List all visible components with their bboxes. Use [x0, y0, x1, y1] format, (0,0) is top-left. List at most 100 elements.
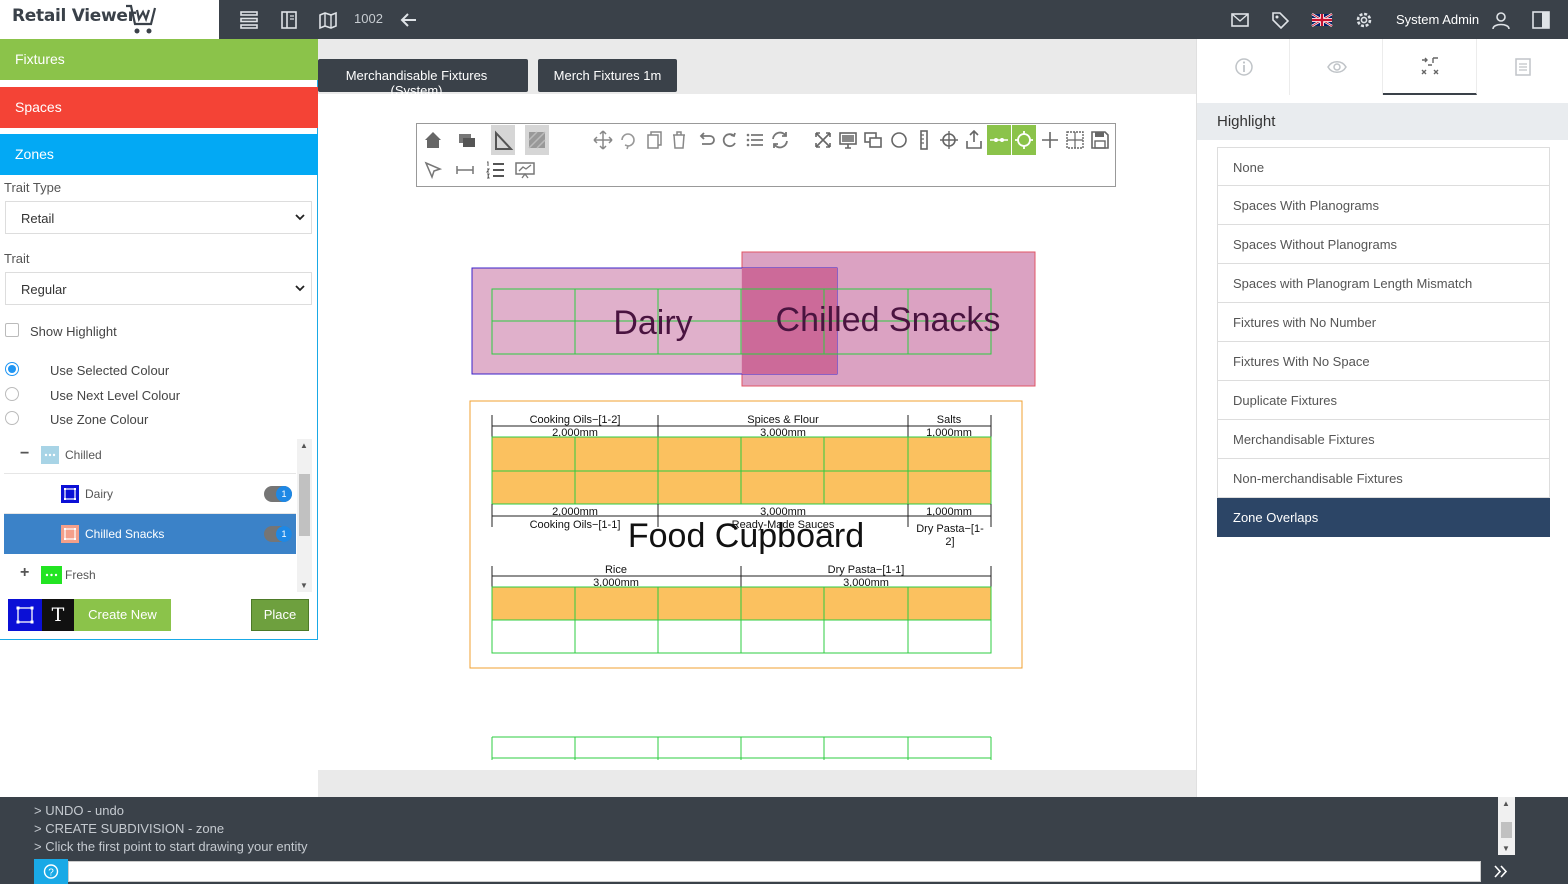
radio-use-next-level-colour[interactable] [5, 387, 19, 401]
trait-value: Regular [21, 282, 67, 297]
tree-item-fresh[interactable]: + Fresh [4, 554, 296, 592]
tree-item-chilled[interactable]: − Chilled [4, 439, 296, 474]
delete-icon[interactable] [667, 127, 691, 153]
tree-scrollbar[interactable]: ▲ ▼ [297, 439, 312, 592]
plus-icon[interactable] [1038, 127, 1062, 153]
tab-info[interactable] [1197, 39, 1290, 95]
gear-icon[interactable] [1353, 9, 1375, 31]
set-square-icon[interactable] [491, 125, 515, 155]
snap-line-icon[interactable] [987, 125, 1011, 155]
section-spaces[interactable]: Spaces [0, 87, 318, 128]
radio-use-zone-colour[interactable] [5, 411, 19, 425]
scroll-up-icon[interactable]: ▲ [1502, 799, 1510, 808]
scrollbar-thumb[interactable] [299, 474, 310, 536]
top-bar: Retail Viewer 1002 System Admin [0, 0, 1568, 39]
save-icon[interactable] [1088, 127, 1112, 153]
copy-icon[interactable] [642, 127, 666, 153]
highlight-option-fixtures-no-space[interactable]: Fixtures With No Space [1217, 342, 1550, 381]
tree-item-label: Chilled Snacks [85, 527, 165, 541]
text-tool-button[interactable]: T [42, 599, 74, 631]
visibility-toggle[interactable]: 1 [264, 526, 292, 542]
eye-icon [1327, 57, 1347, 77]
show-highlight-label: Show Highlight [30, 324, 117, 339]
scroll-down-icon[interactable]: ▼ [1502, 844, 1510, 853]
grid-icon[interactable] [1063, 127, 1087, 153]
book-icon[interactable] [278, 9, 300, 31]
zone-shape-icon [61, 485, 79, 503]
highlight-option-merchandisable-fixtures[interactable]: Merchandisable Fixtures [1217, 420, 1550, 459]
mail-icon[interactable] [1229, 9, 1251, 31]
section-zones[interactable]: Zones [0, 134, 318, 175]
section-fixtures[interactable]: Fixtures [0, 39, 318, 80]
rotate-icon[interactable] [616, 127, 640, 153]
highlight-options-list: None Spaces With Planograms Spaces Witho… [1217, 147, 1550, 537]
list-icon[interactable] [743, 127, 767, 153]
snap-point-icon[interactable] [1012, 125, 1036, 155]
hatch-fill-icon[interactable] [525, 125, 549, 155]
zone-color-swatch [41, 566, 62, 584]
place-button[interactable]: Place [251, 599, 309, 631]
fixture-block[interactable] [491, 586, 992, 654]
console-scrollbar[interactable]: ▲ ▼ [1498, 797, 1515, 855]
collapse-toggle[interactable]: − [20, 445, 29, 463]
command-input[interactable] [68, 861, 1481, 882]
layers-stack-icon[interactable] [455, 127, 479, 153]
home-icon[interactable] [421, 127, 445, 153]
trait-type-select[interactable]: Retail [5, 201, 312, 234]
scroll-up-icon[interactable]: ▲ [300, 441, 308, 450]
highlight-option-fixtures-no-number[interactable]: Fixtures with No Number [1217, 303, 1550, 342]
highlight-option-spaces-without-planograms[interactable]: Spaces Without Planograms [1217, 225, 1550, 264]
expand-icon[interactable] [811, 127, 835, 153]
undo-icon[interactable] [693, 127, 717, 153]
windows-icon[interactable] [861, 127, 885, 153]
user-name[interactable]: System Admin [1396, 12, 1479, 27]
tab-visibility[interactable] [1290, 39, 1383, 95]
pointer-select-icon[interactable] [421, 157, 445, 183]
tab-zone-tools[interactable] [1383, 39, 1477, 95]
highlight-option-duplicate-fixtures[interactable]: Duplicate Fixtures [1217, 381, 1550, 420]
layers-icon[interactable] [238, 9, 260, 31]
redo-icon[interactable] [718, 127, 742, 153]
numbered-list-icon[interactable] [483, 157, 507, 183]
refresh-icon[interactable] [768, 127, 792, 153]
move-icon[interactable] [591, 127, 615, 153]
visibility-toggle[interactable]: 1 [264, 486, 292, 502]
help-icon: ? [48, 868, 54, 879]
trait-select[interactable]: Regular [5, 272, 312, 305]
panel-toggle-icon[interactable] [1530, 9, 1552, 31]
info-icon [1234, 57, 1254, 77]
scrollbar-thumb[interactable] [1501, 822, 1512, 838]
fixture-block[interactable] [491, 436, 992, 505]
circle-icon[interactable] [887, 127, 911, 153]
drawing-canvas-area[interactable]: Merchandisable Fixtures (System) Merch F… [318, 39, 1196, 797]
run-command-button[interactable] [1486, 859, 1516, 884]
highlight-option-zone-overlaps[interactable]: Zone Overlaps [1217, 498, 1550, 537]
highlight-option-spaces-with-planograms[interactable]: Spaces With Planograms [1217, 186, 1550, 225]
show-highlight-checkbox[interactable] [5, 323, 19, 337]
crosshair-icon[interactable] [937, 127, 961, 153]
tag-icon[interactable] [1269, 9, 1291, 31]
map-icon[interactable] [317, 9, 339, 31]
monitor-icon[interactable] [836, 127, 860, 153]
help-button[interactable]: ? [34, 859, 68, 884]
radio-use-selected-colour[interactable] [5, 362, 19, 376]
tree-item-chilled-snacks[interactable]: Chilled Snacks 1 [4, 514, 296, 554]
logo[interactable]: Retail Viewer [0, 0, 219, 39]
highlight-option-non-merchandisable-fixtures[interactable]: Non-merchandisable Fixtures [1217, 459, 1550, 498]
user-icon[interactable] [1490, 9, 1512, 31]
tab-document[interactable] [1477, 39, 1568, 95]
highlight-option-planogram-length-mismatch[interactable]: Spaces with Planogram Length Mismatch [1217, 264, 1550, 303]
scroll-down-icon[interactable]: ▼ [300, 581, 308, 590]
export-icon[interactable] [962, 127, 986, 153]
ruler-icon[interactable] [912, 127, 936, 153]
expand-toggle[interactable]: + [20, 564, 29, 582]
back-arrow-icon[interactable] [398, 9, 420, 31]
tree-item-label: Dairy [85, 487, 114, 501]
create-new-button[interactable]: Create New [74, 599, 171, 631]
uk-flag-icon[interactable] [1311, 9, 1333, 31]
measure-distance-icon[interactable] [453, 157, 477, 183]
draw-shape-button[interactable] [8, 599, 42, 631]
presentation-icon[interactable] [513, 157, 537, 183]
highlight-option-none[interactable]: None [1217, 147, 1550, 186]
tree-item-dairy[interactable]: Dairy 1 [4, 474, 296, 514]
